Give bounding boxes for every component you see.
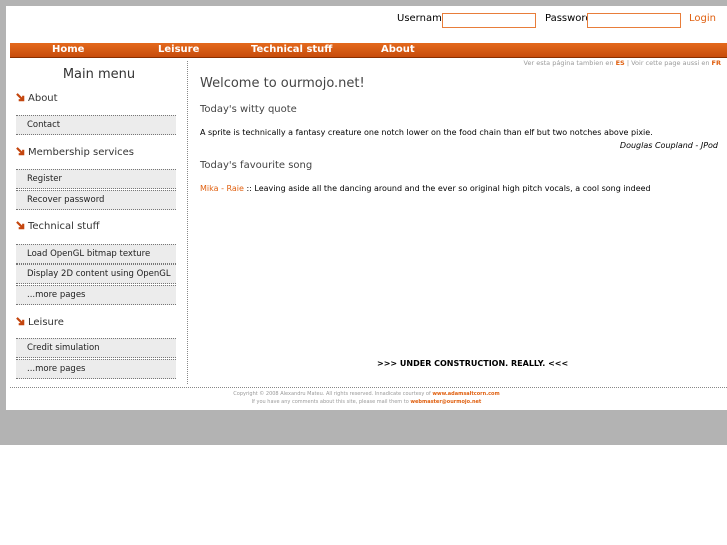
sidebar-section-label: About — [28, 93, 58, 104]
sidebar-section-leisure[interactable]: Leisure — [16, 317, 64, 328]
password-label: Password — [545, 13, 592, 24]
construction-notice: >>> UNDER CONSTRUCTION. REALLY. <<< — [377, 359, 569, 368]
sidebar-item-credit-simulation[interactable]: Credit simulation — [16, 338, 176, 358]
login-bar: Username Password Login — [397, 13, 727, 29]
login-link[interactable]: Login — [689, 13, 716, 24]
footer-divider — [10, 387, 727, 388]
sidebar-section-technical[interactable]: Technical stuff — [16, 221, 99, 232]
arrow-down-right-icon — [16, 93, 25, 102]
sidebar-section-label: Membership services — [28, 147, 135, 158]
quote-heading: Today's witty quote — [200, 104, 297, 115]
main-navigation: Home Leisure Technical stuff About — [10, 43, 727, 58]
sidebar-item-more-leisure[interactable]: ...more pages — [16, 359, 176, 379]
main-menu-title: Main menu — [62, 67, 136, 82]
sidebar-section-membership[interactable]: Membership services — [16, 147, 134, 158]
sidebar-section-label: Technical stuff — [28, 221, 100, 232]
page-container: Username Password Login Home Leisure Tec… — [6, 6, 727, 410]
nav-leisure[interactable]: Leisure — [158, 44, 199, 55]
main-content: Welcome to ourmojo.net! Today's witty qu… — [200, 61, 724, 381]
footer-courtesy-link[interactable]: www.adamsaltcorn.com — [432, 391, 499, 397]
username-label: Username — [397, 13, 448, 24]
sidebar-item-more-technical[interactable]: ...more pages — [16, 285, 176, 305]
sidebar-section-about[interactable]: About — [16, 93, 58, 104]
arrow-down-right-icon — [16, 317, 25, 326]
sidebar: Main menu About Contact Membership servi… — [10, 61, 188, 384]
page-title: Welcome to ourmojo.net! — [200, 76, 365, 91]
quote-author: Douglas Coupland - JPod — [619, 141, 718, 150]
footer-email-link[interactable]: webmaster@ourmojo.net — [410, 399, 481, 405]
quote-text: A sprite is technically a fantasy creatu… — [200, 128, 653, 137]
footer-contact: If you have any comments about this site… — [6, 399, 727, 405]
footer-copyright: Copyright © 2008 Alexandru Mateu. All ri… — [6, 391, 727, 397]
window-bottom-border — [0, 410, 727, 445]
sidebar-item-display-2d[interactable]: Display 2D content using OpenGL — [16, 264, 176, 284]
song-link[interactable]: Mika - Raie — [200, 184, 244, 193]
song-description: :: Leaving aside all the dancing around … — [243, 184, 651, 193]
sidebar-section-label: Leisure — [28, 317, 64, 328]
footer-copyright-text: Copyright © 2008 Alexandru Mateu. All ri… — [233, 391, 431, 397]
arrow-down-right-icon — [16, 147, 25, 156]
nav-technical-stuff[interactable]: Technical stuff — [251, 44, 332, 55]
sidebar-item-contact[interactable]: Contact — [16, 115, 176, 135]
username-input[interactable] — [442, 13, 536, 28]
song-heading: Today's favourite song — [200, 160, 313, 171]
song-line: Mika - Raie :: Leaving aside all the dan… — [200, 184, 651, 193]
nav-about[interactable]: About — [381, 44, 415, 55]
footer-contact-text: If you have any comments about this site… — [251, 399, 409, 405]
nav-home[interactable]: Home — [52, 44, 84, 55]
arrow-down-right-icon — [16, 221, 25, 230]
sidebar-item-register[interactable]: Register — [16, 169, 176, 189]
password-input[interactable] — [587, 13, 681, 28]
sidebar-item-recover-password[interactable]: Recover password — [16, 190, 176, 210]
sidebar-item-load-opengl[interactable]: Load OpenGL bitmap texture — [16, 244, 176, 264]
